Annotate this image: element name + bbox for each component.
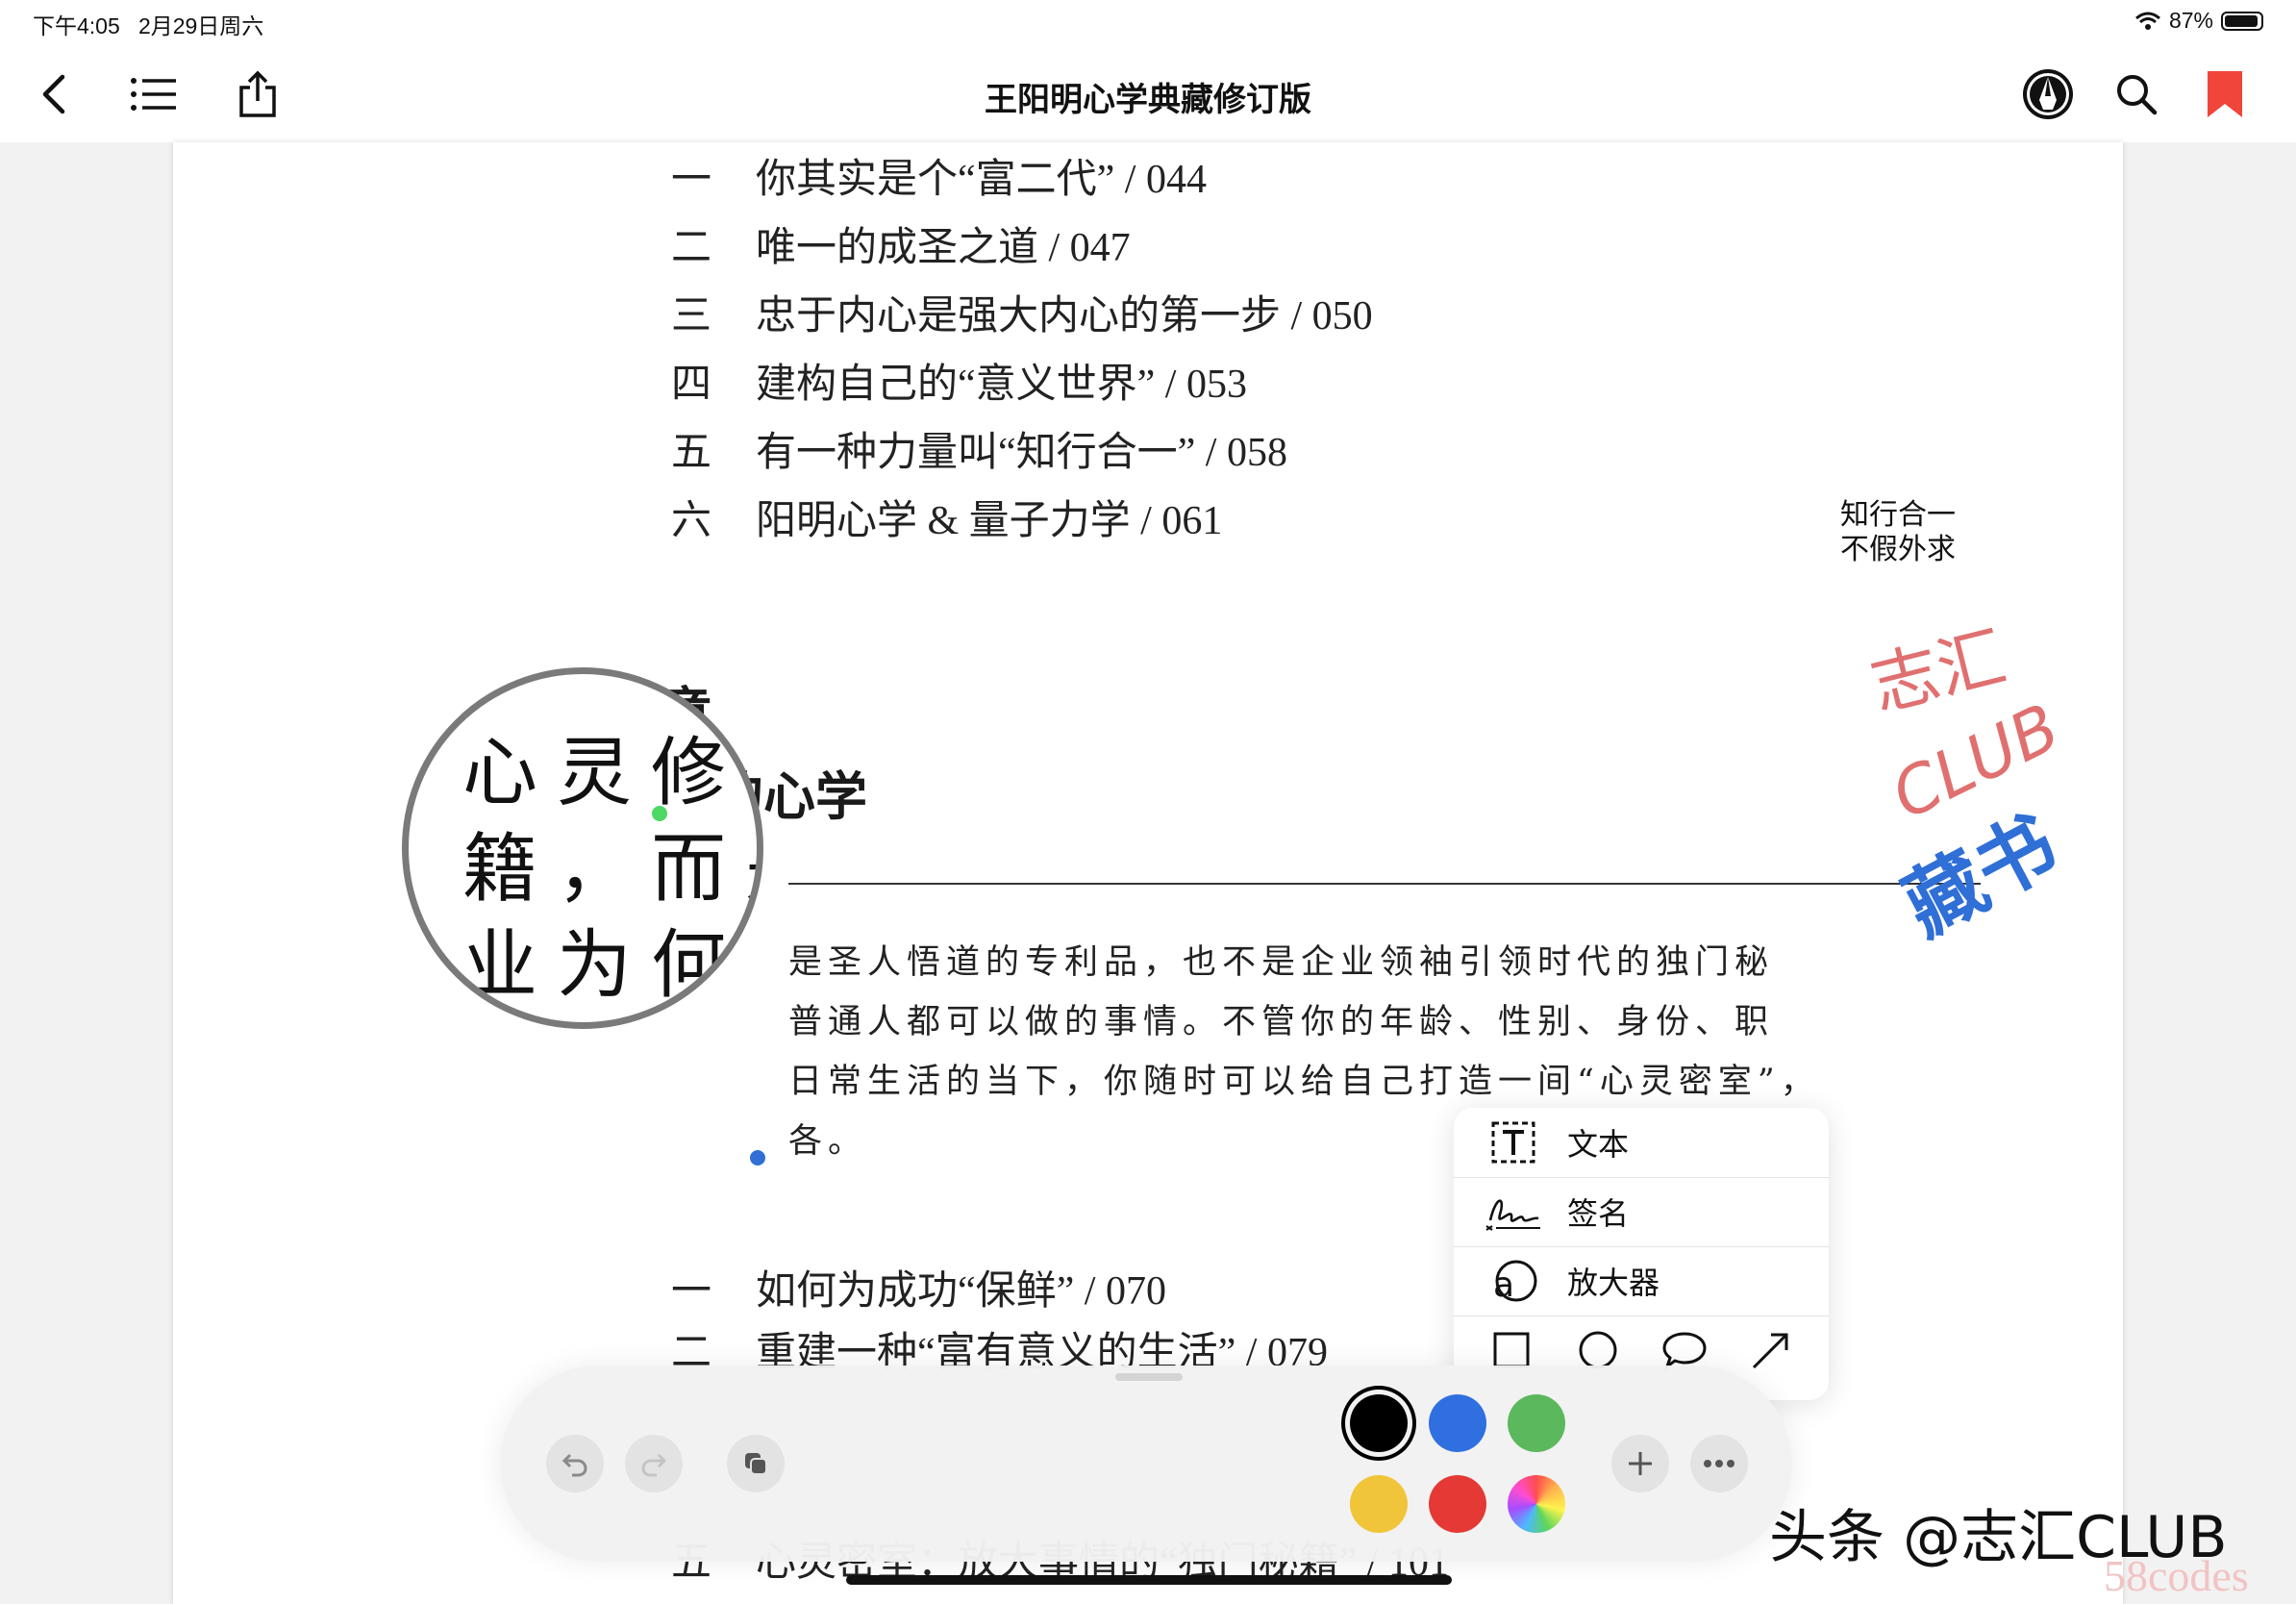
toc-item[interactable]: 一如何为成功“保鲜” / 070 — [671, 1258, 1166, 1316]
markup-toolbar — [500, 1366, 1792, 1562]
toc-num: 一 — [671, 1269, 712, 1314]
more-icon — [1704, 1460, 1734, 1467]
redo-button[interactable] — [625, 1435, 683, 1492]
more-options-button[interactable] — [1690, 1435, 1748, 1492]
search-icon — [2117, 75, 2158, 115]
color-blue-swatch[interactable] — [1429, 1394, 1486, 1452]
toolbar-grabber[interactable] — [1115, 1373, 1183, 1381]
search-button[interactable] — [2108, 65, 2165, 123]
handwritten-signature[interactable]: 志汇 CLUB 藏书 — [1856, 623, 2086, 1065]
text-annotation[interactable]: 知行合一 不假外求 — [1840, 498, 1956, 567]
plus-icon — [1629, 1452, 1652, 1475]
redo-icon — [641, 1453, 667, 1477]
arrow-icon — [1752, 1333, 1788, 1369]
circle-icon — [1579, 1331, 1617, 1369]
add-annotation-button[interactable] — [1611, 1435, 1669, 1492]
toc-num: 二 — [671, 226, 712, 270]
magnifier-size-handle[interactable] — [650, 804, 669, 823]
toc-text: 忠于内心是强大内心的第一步 / 050 — [756, 294, 1373, 338]
toc-text: 阳明心学 & 量子力学 / 061 — [756, 499, 1223, 543]
add-signature-item[interactable]: 签名 — [1454, 1177, 1829, 1246]
magnifier-icon: a — [1493, 1260, 1537, 1304]
toc-text: 唯一的成圣之道 / 047 — [756, 226, 1131, 270]
toc-item[interactable]: 一你其实是个“富二代” / 044 — [671, 146, 1207, 205]
color-yellow-swatch[interactable] — [1350, 1475, 1408, 1533]
note-line: 不假外求 — [1840, 533, 1956, 566]
add-annotation-popover: 文本 签名 a 放大器 — [1454, 1108, 1829, 1400]
layers-icon — [745, 1453, 767, 1475]
body-line: 普通人都可以做的事情。不管你的年龄、性别、身份、职 — [788, 1003, 1775, 1041]
toc-text: 建构自己的“意义世界” / 053 — [756, 363, 1247, 407]
status-bar: 下午4:05 2月29日周六 87% — [0, 0, 2296, 44]
toc-num: 六 — [671, 499, 712, 543]
toc-item[interactable]: 四建构自己的“意义世界” / 053 — [671, 351, 1247, 410]
add-magnifier-item[interactable]: a 放大器 — [1454, 1246, 1829, 1316]
battery-icon — [2221, 11, 2263, 31]
battery-percent: 87% — [2168, 8, 2213, 33]
color-black-swatch[interactable] — [1350, 1394, 1408, 1452]
add-arrow-button[interactable] — [1742, 1321, 1800, 1379]
undo-icon — [562, 1453, 587, 1477]
magnified-line: 心灵修行 — [462, 730, 757, 816]
toc-item[interactable]: 二唯一的成圣之道 / 047 — [671, 214, 1131, 273]
undo-button[interactable] — [546, 1435, 604, 1492]
add-text-item[interactable]: 文本 — [1454, 1108, 1829, 1177]
toc-item[interactable]: 五有一种力量叫“知行合一” / 058 — [671, 419, 1287, 478]
toc-item[interactable]: 六阳明心学 & 量子力学 / 061 — [671, 488, 1222, 546]
date-label: 2月29日周六 — [137, 13, 264, 38]
toc-text: 你其实是个“富二代” / 044 — [756, 158, 1207, 202]
magnifier-zoom-handle[interactable] — [748, 1148, 767, 1167]
color-red-swatch[interactable] — [1429, 1475, 1486, 1533]
toc-text: 如何为成功“保鲜” / 070 — [756, 1269, 1166, 1314]
toc-item[interactable]: 三忠于内心是强大内心的第一步 / 050 — [671, 283, 1373, 341]
body-line: 日常生活的当下，你随时可以给自己打造一间“心灵密室”， — [788, 1063, 1808, 1101]
wifi-icon — [2134, 12, 2160, 30]
status-time: 下午4:05 2月29日周六 — [33, 8, 263, 40]
magnified-line: 业为何 — [462, 922, 746, 1009]
bookmark-button[interactable] — [2196, 65, 2254, 123]
speech-bubble-icon — [1662, 1332, 1707, 1370]
add-signature-label: 签名 — [1567, 1195, 1630, 1232]
add-text-label: 文本 — [1567, 1126, 1630, 1163]
magnifier-loupe[interactable]: 心灵修行 籍，而是 业为何 — [402, 667, 763, 1029]
toc-num: 三 — [671, 294, 712, 338]
top-toolbar: 王阳明心学典藏修订版 — [0, 44, 2296, 143]
magnified-line: 籍，而是 — [462, 826, 757, 913]
document-title: 王阳明心学典藏修订版 — [985, 81, 1311, 119]
color-green-swatch[interactable] — [1508, 1394, 1565, 1452]
markup-pen-icon — [2023, 69, 2073, 119]
toc-num: 五 — [671, 431, 712, 475]
color-picker-swatch[interactable] — [1508, 1475, 1565, 1533]
svg-text:a: a — [1493, 1266, 1514, 1304]
markup-button[interactable] — [2019, 65, 2077, 123]
square-icon — [1493, 1332, 1530, 1368]
signature-line-1: 志汇 — [1863, 623, 2013, 726]
note-line: 知行合一 — [1840, 498, 1956, 532]
toc-num: 四 — [671, 363, 712, 407]
toc-num: 一 — [671, 158, 712, 202]
layers-button[interactable] — [727, 1435, 785, 1492]
chapter-divider — [788, 883, 1981, 885]
home-indicator[interactable] — [846, 1575, 1452, 1585]
bookmark-icon — [2208, 71, 2242, 117]
text-box-icon — [1491, 1121, 1535, 1164]
status-indicators: 87% — [2134, 8, 2263, 34]
watermark-site: 58codes — [2104, 1551, 2249, 1600]
body-line: 是圣人悟道的专利品，也不是企业领袖引领时代的独门秘 — [788, 943, 1775, 982]
time-label: 下午4:05 — [33, 13, 120, 38]
toc-text: 有一种力量叫“知行合一” / 058 — [756, 431, 1287, 475]
signature-icon — [1485, 1199, 1540, 1231]
add-magnifier-label: 放大器 — [1567, 1265, 1660, 1301]
